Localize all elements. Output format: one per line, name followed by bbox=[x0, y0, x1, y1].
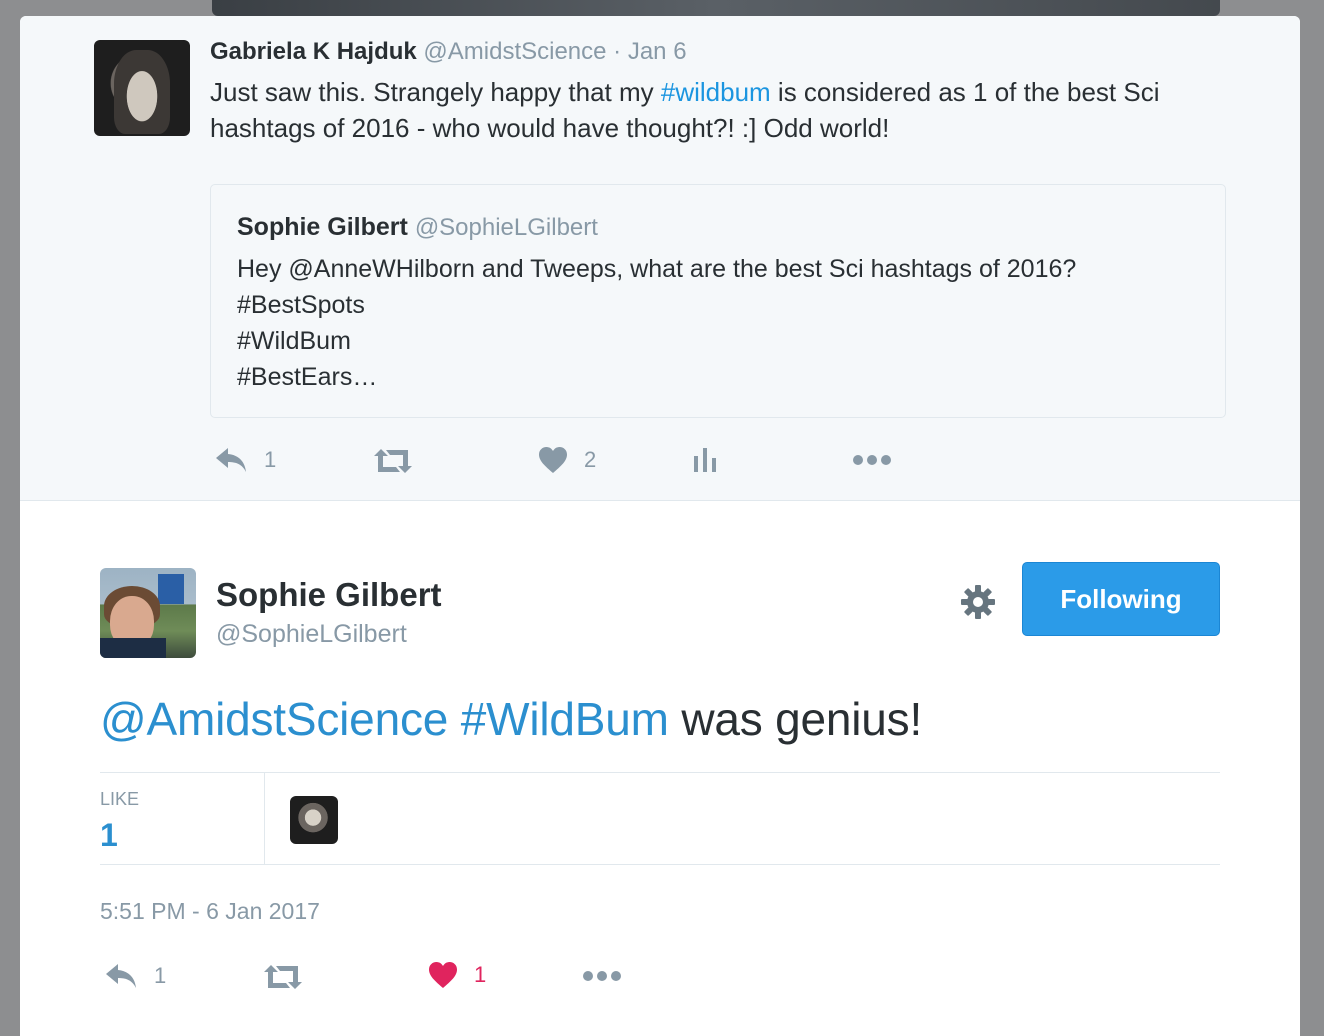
avatar-photo bbox=[114, 50, 170, 134]
heart-icon bbox=[539, 447, 567, 473]
gear-icon bbox=[961, 585, 995, 619]
more-button[interactable] bbox=[852, 454, 892, 466]
avatar-photo-jacket bbox=[100, 638, 166, 658]
quoted-author-handle: @SophieLGilbert bbox=[414, 214, 598, 241]
like-count: 2 bbox=[584, 447, 597, 472]
author-handle[interactable]: @AmidstScience bbox=[423, 38, 606, 65]
author-name[interactable]: Sophie Gilbert bbox=[216, 576, 442, 614]
more-icon bbox=[853, 455, 891, 465]
mention-link[interactable]: @AmidstScience bbox=[100, 693, 448, 745]
tweet-text-before: Just saw this. Strangely happy that my bbox=[210, 77, 661, 107]
like-stat-count[interactable]: 1 bbox=[100, 817, 118, 854]
quoted-tweet[interactable]: Sophie Gilbert @SophieLGilbert Hey @Anne… bbox=[210, 184, 1226, 418]
hashtag-link[interactable]: #WildBum bbox=[461, 693, 669, 745]
analytics-icon bbox=[694, 448, 716, 472]
quoted-author-line: Sophie Gilbert @SophieLGilbert bbox=[237, 213, 598, 242]
author-name[interactable]: Gabriela K Hajduk bbox=[210, 38, 417, 65]
stats-separator bbox=[264, 772, 265, 864]
like-button[interactable]: 1 bbox=[428, 961, 486, 989]
media-preview-strip bbox=[212, 0, 1220, 16]
retweet-icon bbox=[374, 449, 412, 473]
tweet-text-after: was genius! bbox=[668, 693, 923, 745]
tweet-text: Just saw this. Strangely happy that my #… bbox=[210, 74, 1220, 146]
quoted-author-name: Sophie Gilbert bbox=[237, 213, 408, 241]
divider bbox=[100, 772, 1220, 773]
retweet-button[interactable] bbox=[262, 964, 320, 990]
more-icon bbox=[583, 971, 621, 981]
retweet-icon bbox=[264, 965, 302, 989]
author-handle[interactable]: @SophieLGilbert bbox=[216, 620, 407, 649]
avatar-photo-sign bbox=[158, 574, 184, 604]
reply-icon bbox=[106, 964, 136, 988]
tweet-time[interactable]: · Jan 6 bbox=[613, 38, 686, 65]
reply-icon bbox=[216, 448, 246, 472]
like-count: 1 bbox=[474, 962, 487, 987]
parent-tweet[interactable]: Gabriela K Hajduk @AmidstScience · Jan 6… bbox=[20, 16, 1300, 501]
like-stat-label[interactable]: LIKE bbox=[100, 789, 139, 810]
tweet-permalink-card: Gabriela K Hajduk @AmidstScience · Jan 6… bbox=[20, 16, 1300, 1036]
tweet-timestamp[interactable]: 5:51 PM - 6 Jan 2017 bbox=[100, 898, 320, 925]
avatar[interactable] bbox=[94, 40, 190, 136]
heart-icon bbox=[429, 962, 457, 988]
divider bbox=[100, 864, 1220, 865]
reply-button[interactable]: 1 bbox=[214, 446, 276, 474]
more-button[interactable] bbox=[582, 970, 622, 982]
reply-count: 1 bbox=[154, 963, 167, 988]
reply-count: 1 bbox=[264, 447, 277, 472]
quoted-tweet-text: Hey @AnneWHilborn and Tweeps, what are t… bbox=[237, 255, 1077, 391]
hashtag-link[interactable]: #wildbum bbox=[661, 77, 771, 107]
avatar[interactable] bbox=[100, 568, 196, 658]
like-button[interactable]: 2 bbox=[538, 446, 596, 474]
retweet-button[interactable] bbox=[372, 448, 430, 474]
reply-button[interactable]: 1 bbox=[104, 962, 166, 990]
tweet-text: @AmidstScience #WildBum was genius! bbox=[100, 692, 922, 746]
analytics-button[interactable] bbox=[692, 446, 718, 472]
user-actions-button[interactable] bbox=[956, 580, 1000, 624]
liker-avatar[interactable] bbox=[290, 796, 338, 844]
following-button[interactable]: Following bbox=[1022, 562, 1220, 636]
tweet-author-line: Gabriela K Hajduk @AmidstScience · Jan 6 bbox=[210, 38, 687, 66]
